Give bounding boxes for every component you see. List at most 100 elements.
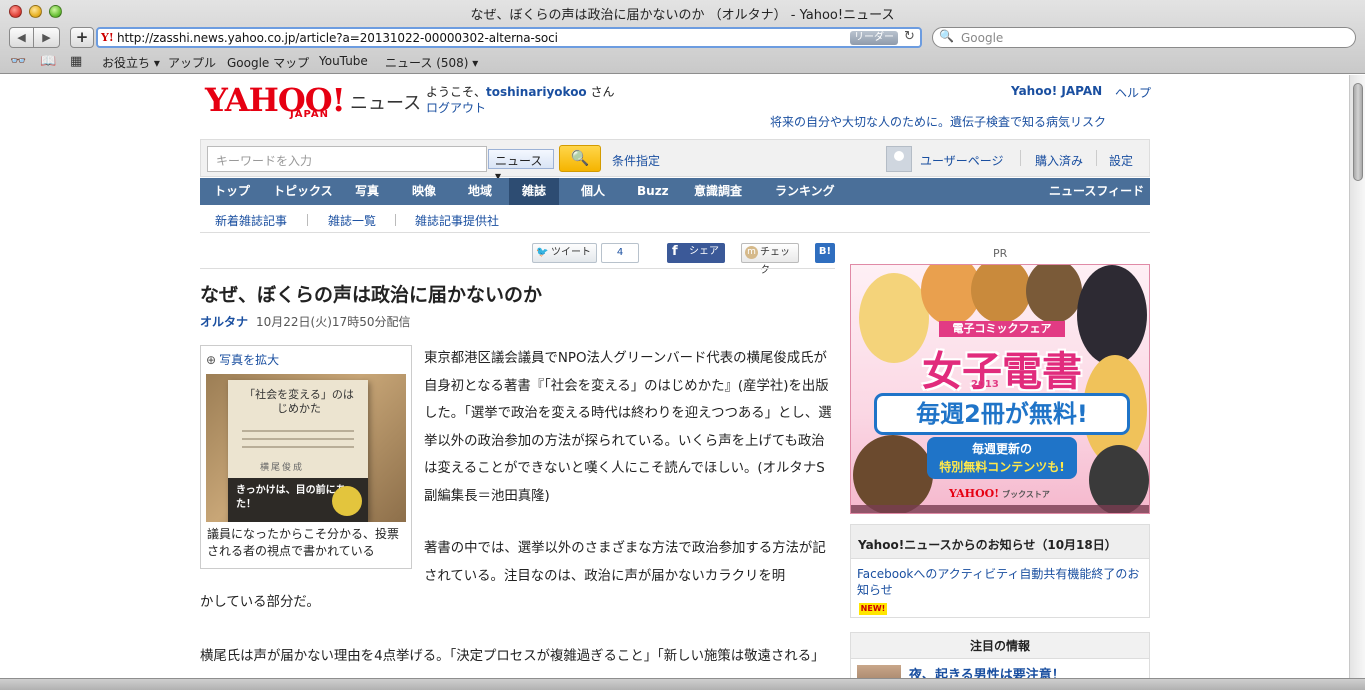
divider [395, 214, 396, 226]
bookmark-google-maps[interactable]: Google マップ [227, 54, 309, 71]
bookmark-otayori[interactable]: お役立ち ▾ [102, 54, 160, 71]
book-seal [332, 486, 362, 516]
reading-list-icon[interactable]: 👓 [10, 54, 26, 69]
zoom-in-icon: ⊕ [206, 353, 217, 367]
bookmark-apple[interactable]: アップル [168, 54, 216, 71]
article-byline: オルタナ 10月22日(火)17時50分配信 [200, 313, 410, 330]
tweet-button[interactable]: ツイート [532, 243, 597, 263]
tab-news-feed[interactable]: ニュースフィード [1049, 178, 1144, 205]
tab-video[interactable]: 映像 [412, 178, 436, 205]
ad-headline: 毎週2冊が無料! [877, 396, 1127, 432]
tab-local[interactable]: 地域 [468, 178, 492, 205]
divider [200, 268, 835, 269]
search-area: キーワードを入力 ニュース ▾ 🔍 条件指定 ユーザーページ 購入済み 設定 [200, 139, 1150, 183]
facebook-share-button[interactable]: シェア [667, 243, 725, 263]
bookmarks-book-icon[interactable]: 📖 [40, 54, 56, 69]
subnav-providers[interactable]: 雑誌記事提供社 [415, 212, 499, 229]
ad-title: 女子電書 [922, 348, 1082, 395]
book-cover-photo[interactable]: 「社会を変える」のはじめかた 横尾俊成 きっかけは、目の前にあった！ [206, 374, 406, 522]
title-bar: なぜ、ぼくらの声は政治に届かないのか （オルタナ） - Yahoo!ニュース [0, 0, 1365, 24]
article-date: 10月22日(火)17時50分配信 [256, 315, 411, 329]
promo-link[interactable]: 将来の自分や大切な人のために。遺伝子検査で知る病気リスク [770, 113, 1106, 130]
subnav-new-articles[interactable]: 新着雑誌記事 [215, 212, 287, 229]
article-paragraph: 東京都港区議会議員でNPO法人グリーンバード代表の横尾俊成氏が自身初となる著書『… [424, 351, 832, 504]
address-bar[interactable]: Y! http://zasshi.news.yahoo.co.jp/articl… [96, 27, 922, 48]
divider [1096, 150, 1097, 166]
browser-search-field[interactable]: 🔍 Google [932, 27, 1356, 48]
search-icon: 🔍 [939, 29, 954, 43]
article-photo-box: ⊕ 写真を拡大 「社会を変える」のはじめかた 横尾俊成 きっかけは、目の前にあった… [200, 345, 412, 569]
new-badge: NEW! [859, 603, 887, 615]
bookmark-youtube[interactable]: YouTube [319, 54, 368, 68]
book-cover: 「社会を変える」のはじめかた 横尾俊成 きっかけは、目の前にあった！ [228, 380, 368, 522]
mixi-check-button[interactable]: チェック [741, 243, 799, 276]
search-conditions-link[interactable]: 条件指定 [612, 152, 660, 169]
article-headline: なぜ、ぼくらの声は政治に届かないのか [200, 284, 543, 306]
enlarge-photo-link[interactable]: ⊕ 写真を拡大 [206, 351, 279, 368]
add-bookmark-button[interactable]: + [70, 27, 94, 48]
ad-banner[interactable]: 電子コミックフェア 女子電書 2013 毎週2冊が無料! 毎週更新の 特別無料コ… [850, 264, 1150, 514]
avatar[interactable] [886, 146, 912, 172]
book-title: 「社会を変える」のはじめかた [244, 388, 354, 415]
yahoo-japan-link[interactable]: Yahoo! JAPAN [1011, 84, 1102, 98]
forward-button[interactable]: ▶ [34, 27, 60, 48]
hatena-bookmark-button[interactable]: B! [815, 243, 835, 263]
ad-year: 2013 [971, 379, 999, 390]
tab-personal[interactable]: 個人 [581, 178, 605, 205]
top-sites-grid-icon[interactable]: ▦ [70, 54, 82, 69]
search-icon: 🔍 [570, 149, 590, 167]
attention-thumbnail[interactable] [857, 665, 901, 678]
tab-buzz[interactable]: Buzz [637, 178, 669, 205]
ad-credit-strip [851, 505, 1149, 513]
purchased-link[interactable]: 購入済み [1035, 152, 1083, 169]
global-nav: トップ トピックス 写真 映像 地域 雑誌 個人 Buzz 意識調査 ランキング… [200, 178, 1150, 205]
user-page-link[interactable]: ユーザーページ [920, 152, 1004, 169]
ad-fair-label: 電子コミックフェア [939, 321, 1065, 337]
attention-box: 注目の情報 夜、起きる男性は要注意！ [850, 632, 1150, 678]
divider [307, 214, 308, 226]
search-button[interactable]: 🔍 [559, 145, 601, 172]
username-link[interactable]: toshinariyokoo [486, 85, 587, 99]
reload-icon[interactable]: ↻ [904, 29, 915, 44]
url-text[interactable]: http://zasshi.news.yahoo.co.jp/article?a… [117, 31, 558, 45]
attention-item-link[interactable]: 夜、起きる男性は要注意！ [909, 664, 1065, 678]
tweet-count[interactable]: 4 [601, 243, 639, 263]
reader-button[interactable]: リーダー [850, 31, 898, 45]
vertical-scrollbar[interactable] [1349, 75, 1365, 678]
tab-photos[interactable]: 写真 [355, 178, 379, 205]
logout-link[interactable]: ログアウト [426, 99, 486, 116]
notice-link[interactable]: Facebookへのアクティビティ自動共有機能終了のお知らせ [857, 566, 1143, 598]
ad-yahoo-bookstore-logo: YAHOO! ブックストア [949, 487, 1050, 500]
attention-title: 注目の情報 [851, 633, 1149, 659]
scrollbar-thumb[interactable] [1353, 83, 1363, 181]
back-button[interactable]: ◀ [9, 27, 34, 48]
notice-title: Yahoo!ニュースからのお知らせ（10月18日） [851, 525, 1149, 559]
article-paragraph: 著書の中では、選挙以外のさまざまな方法で政治参加する方法が記されている。注目なの… [424, 541, 826, 584]
yahoo-favicon-icon: Y! [101, 31, 114, 44]
window-title: なぜ、ぼくらの声は政治に届かないのか （オルタナ） - Yahoo!ニュース [470, 8, 895, 23]
tab-survey[interactable]: 意識調査 [694, 178, 742, 205]
book-author: 横尾俊成 [260, 463, 305, 473]
tab-top[interactable]: トップ [214, 178, 250, 205]
pr-label: PR [993, 247, 1008, 260]
sub-nav: 新着雑誌記事 雑誌一覧 雑誌記事提供社 [200, 205, 1150, 233]
browser-chrome: なぜ、ぼくらの声は政治に届かないのか （オルタナ） - Yahoo!ニュース ◀… [0, 0, 1365, 74]
bookmarks-bar: 👓 📖 ▦ お役立ち ▾ アップル Google マップ YouTube ニュー… [0, 51, 1365, 73]
article-paragraph-continued: かしている部分だ。 [200, 595, 320, 610]
settings-link[interactable]: 設定 [1109, 152, 1133, 169]
help-link[interactable]: ヘルプ [1115, 84, 1151, 101]
keyword-input[interactable]: キーワードを入力 [207, 146, 487, 172]
bookmark-news[interactable]: ニュース (508) ▾ [385, 54, 478, 71]
welcome-message: ようこそ、toshinariyokoo さん [426, 85, 615, 99]
tab-magazine[interactable]: 雑誌 [509, 178, 560, 205]
tab-ranking[interactable]: ランキング [775, 178, 835, 205]
tab-topics[interactable]: トピックス [273, 178, 333, 205]
notice-box: Yahoo!ニュースからのお知らせ（10月18日） Facebookへのアクティ… [850, 524, 1150, 618]
article-paragraph: 横尾氏は声が届かない理由を4点挙げる。「決定プロセスが複雑過ぎること」「新しい施… [200, 649, 825, 664]
article-source-link[interactable]: オルタナ [200, 315, 248, 329]
ad-update-badge: 毎週更新の 特別無料コンテンツも! [927, 437, 1077, 479]
news-section-label[interactable]: ニュース [350, 89, 421, 115]
category-select[interactable]: ニュース ▾ [488, 149, 554, 183]
subnav-magazine-list[interactable]: 雑誌一覧 [328, 212, 376, 229]
book-band: きっかけは、目の前にあった！ [228, 478, 368, 522]
